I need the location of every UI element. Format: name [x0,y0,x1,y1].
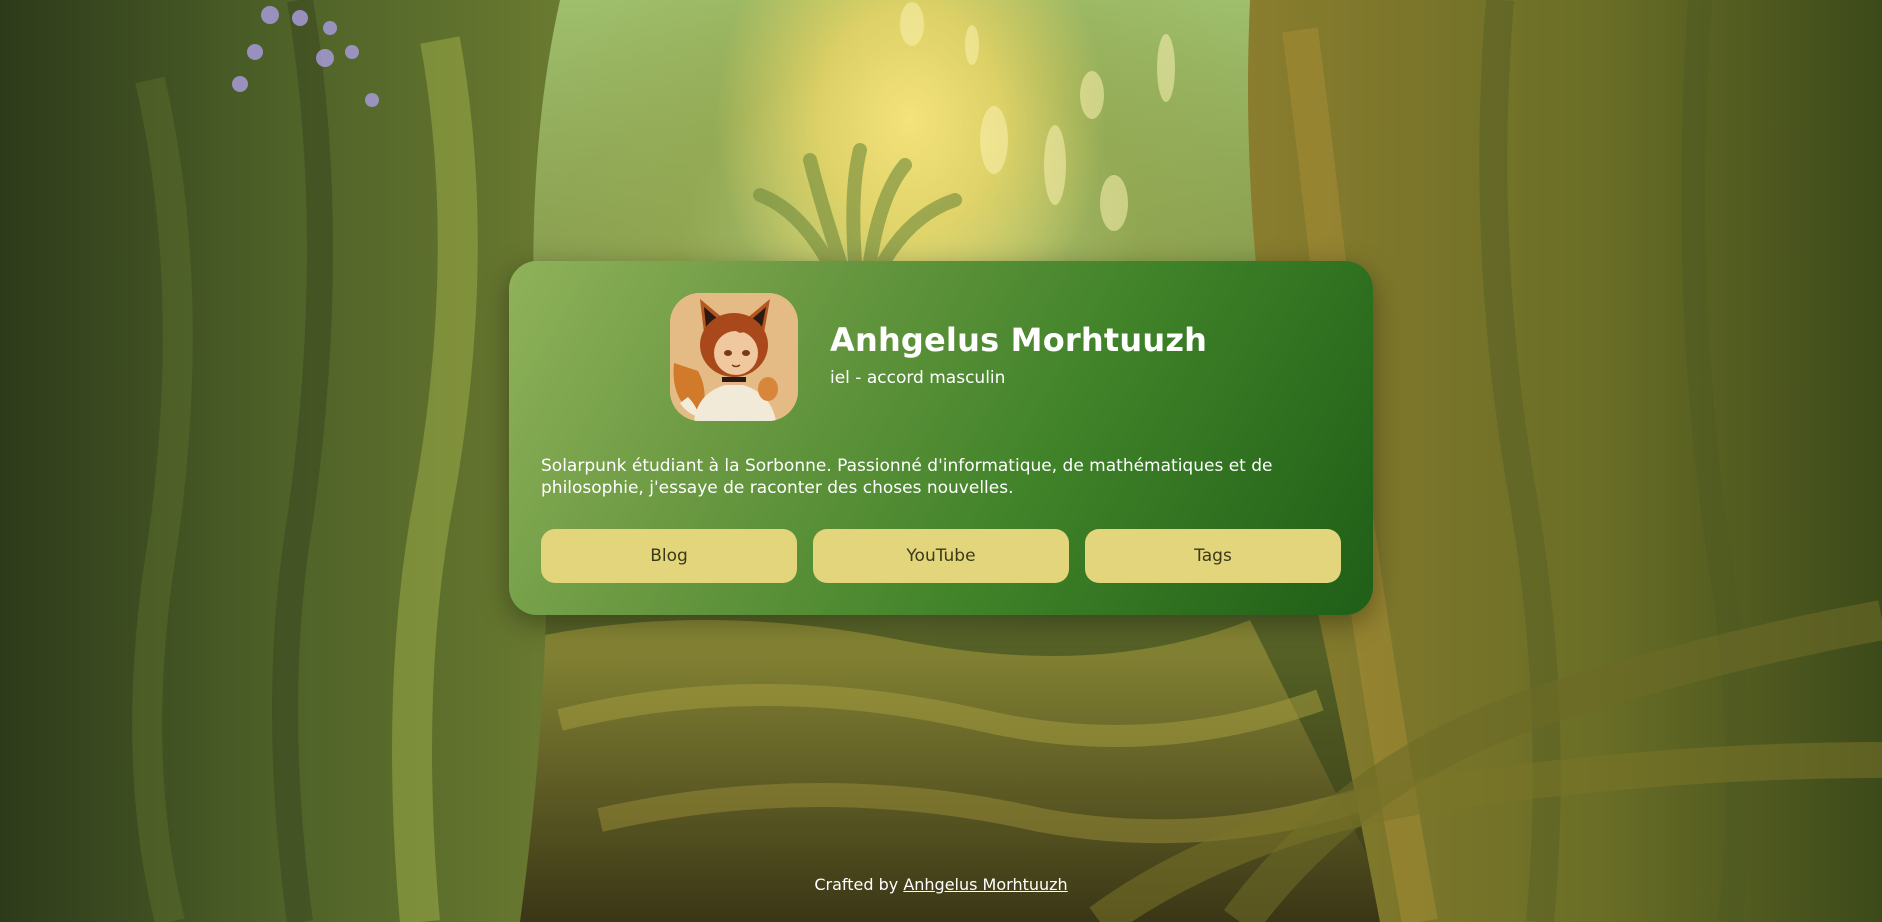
youtube-button[interactable]: YouTube [813,529,1069,583]
blog-button[interactable]: Blog [541,529,797,583]
footer-author-link[interactable]: Anhgelus Morhtuuzh [903,875,1067,894]
tags-button[interactable]: Tags [1085,529,1341,583]
profile-pronouns: iel - accord masculin [830,368,1006,388]
footer: Crafted by Anhgelus Morhtuuzh [0,875,1882,894]
fox-avatar [670,293,798,421]
footer-prefix: Crafted by [814,875,899,894]
fox-character-icon [670,293,798,421]
profile-name: Anhgelus Morhtuuzh [830,321,1208,359]
link-buttons: Blog YouTube Tags [541,529,1341,583]
profile-card: Anhgelus Morhtuuzh iel - accord masculin… [509,261,1373,615]
profile-bio: Solarpunk étudiant à la Sorbonne. Passio… [541,456,1273,498]
